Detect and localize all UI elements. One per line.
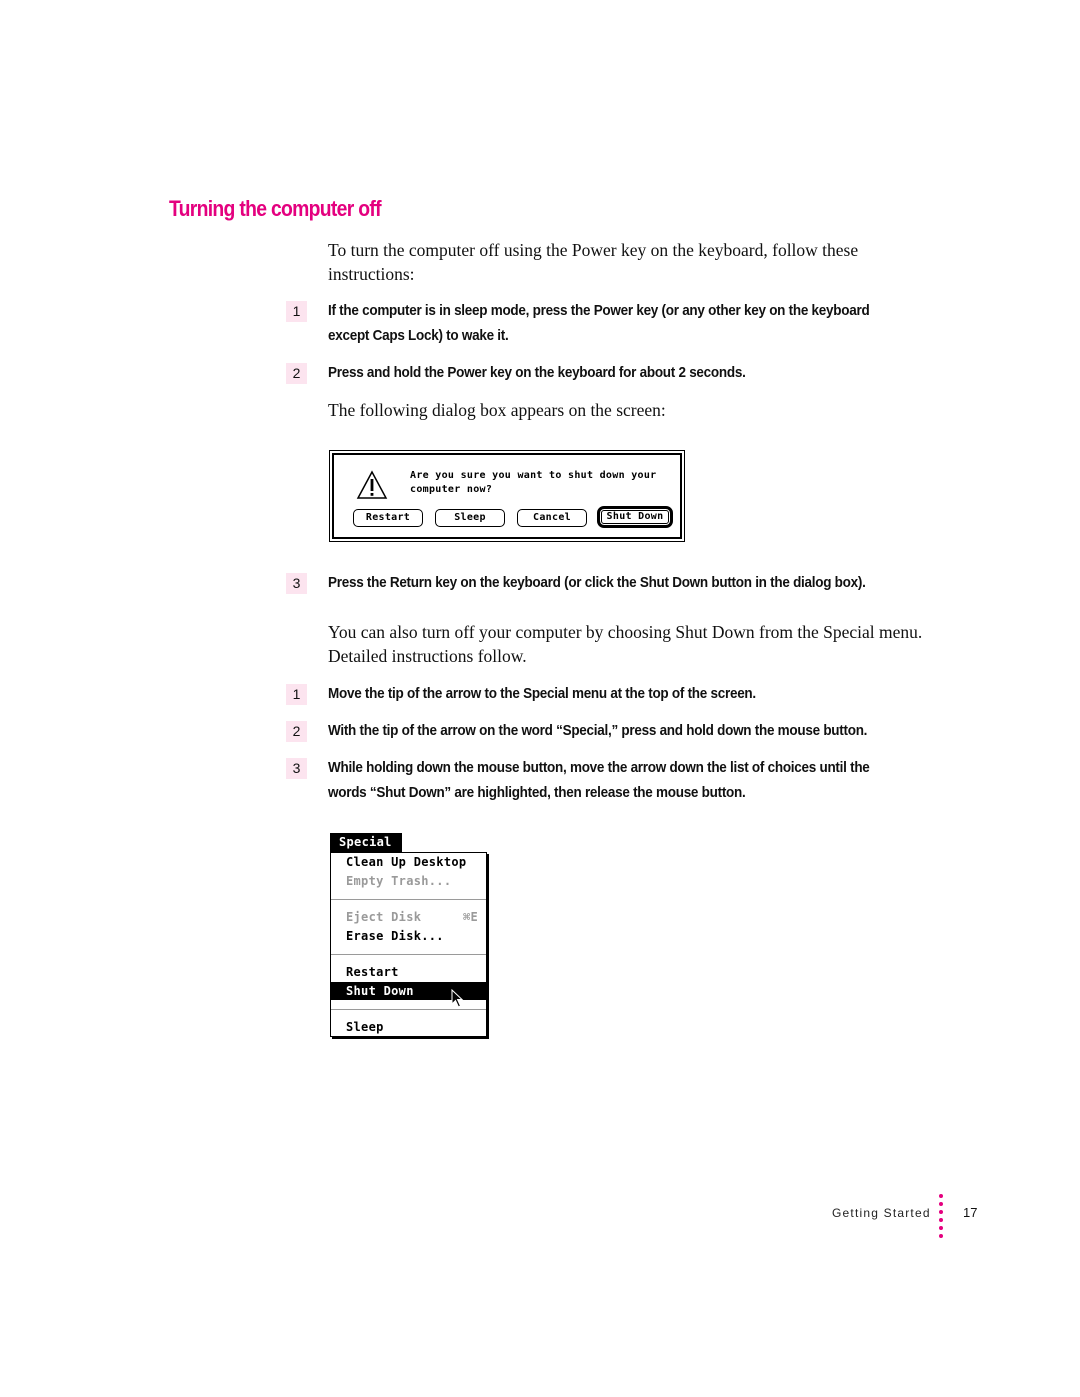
- footer-dot: [939, 1218, 943, 1222]
- menu-item-empty-trash: Empty Trash...: [346, 874, 452, 888]
- shutdown-dialog: Are you sure you want to shut down your …: [329, 450, 685, 542]
- shut-down-button[interactable]: Shut Down: [597, 506, 673, 528]
- step-text: Press and hold the Power key on the keyb…: [328, 364, 746, 381]
- menu-separator: [331, 954, 486, 955]
- footer-dot-rule: [939, 1194, 945, 1240]
- step-number-badge: 3: [286, 573, 307, 594]
- step-number-badge: 3: [286, 758, 307, 779]
- step-text: If the computer is in sleep mode, press …: [328, 299, 904, 348]
- special-menu: Clean Up Desktop Empty Trash... Eject Di…: [330, 852, 487, 1037]
- step-text: Move the tip of the arrow to the Special…: [328, 685, 756, 702]
- step-text-line: except Caps Lock) to wake it.: [328, 326, 509, 344]
- special-menu-title[interactable]: Special: [330, 833, 402, 852]
- alternative-paragraph: You can also turn off your computer by c…: [328, 622, 923, 666]
- command-shortcut: ⌘E: [462, 910, 478, 924]
- step-text-line: If the computer is in sleep mode, press …: [328, 302, 870, 319]
- menu-item-erase-disk[interactable]: Erase Disk...: [331, 927, 486, 945]
- footer-dot: [939, 1210, 943, 1214]
- menu-separator: [331, 899, 486, 900]
- footer-dot: [939, 1202, 943, 1206]
- menu-item-restart[interactable]: Restart: [331, 963, 486, 981]
- step-number-badge: 1: [286, 301, 307, 322]
- dialog-frame: Are you sure you want to shut down your …: [332, 453, 682, 539]
- restart-button[interactable]: Restart: [353, 509, 423, 527]
- step-number-badge: 2: [286, 363, 307, 384]
- dialog-message: Are you sure you want to shut down your …: [410, 470, 657, 495]
- arrow-cursor-icon: [451, 989, 464, 1008]
- cancel-button[interactable]: Cancel: [517, 509, 587, 527]
- menu-item-eject-disk: Eject Disk ⌘E: [331, 908, 486, 926]
- footer-dot: [939, 1234, 943, 1238]
- step-text: With the tip of the arrow on the word “S…: [328, 722, 868, 739]
- sleep-button[interactable]: Sleep: [435, 509, 505, 527]
- footer-dot: [939, 1226, 943, 1230]
- section-heading: Turning the computer off: [169, 196, 382, 221]
- step-text-line: words “Shut Down” are highlighted, then …: [328, 783, 746, 801]
- page-number: 17: [963, 1205, 978, 1220]
- step-number-badge: 2: [286, 721, 307, 742]
- menu-item-sleep[interactable]: Sleep: [331, 1018, 486, 1036]
- step-text: Press the Return key on the keyboard (or…: [328, 574, 866, 591]
- warning-icon: [356, 470, 388, 499]
- footer-section-label: Getting Started: [832, 1206, 931, 1220]
- step-text: While holding down the mouse button, mov…: [328, 756, 904, 805]
- menu-separator: [331, 1009, 486, 1010]
- dialog-intro-paragraph: The following dialog box appears on the …: [328, 400, 666, 420]
- step-text-line: While holding down the mouse button, mov…: [328, 759, 870, 776]
- intro-paragraph: To turn the computer off using the Power…: [328, 240, 859, 284]
- step-number-badge: 1: [286, 684, 307, 705]
- menu-item-label: Eject Disk: [346, 910, 422, 924]
- footer-dot: [939, 1194, 943, 1198]
- menu-item-clean-up-desktop[interactable]: Clean Up Desktop: [331, 853, 486, 871]
